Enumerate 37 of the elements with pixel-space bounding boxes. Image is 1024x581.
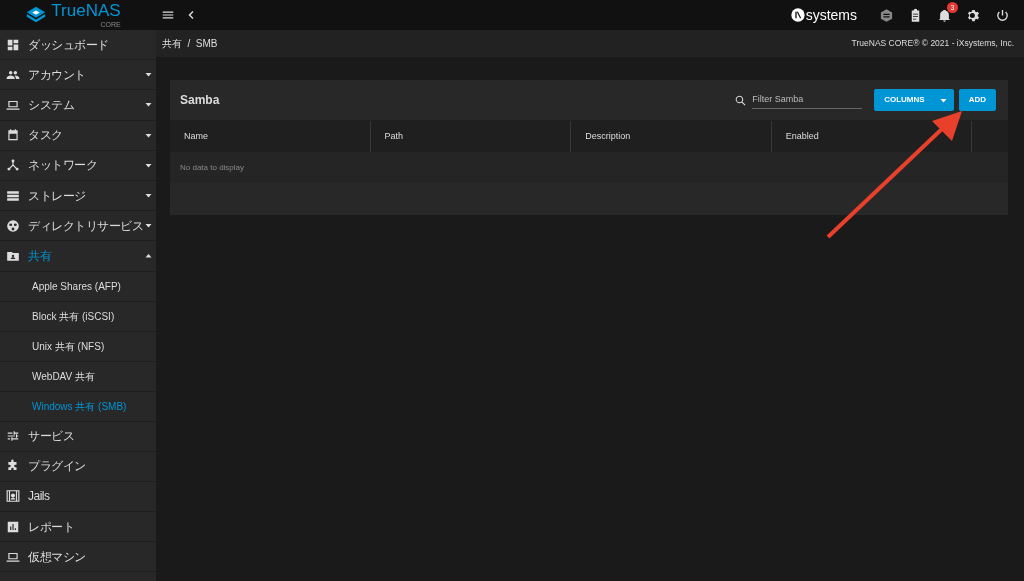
storage-icon [6,188,20,203]
sidebar-subitem[interactable]: Apple Shares (AFP) [0,271,156,302]
network-icon [6,158,20,173]
sidebar-item[interactable]: タスク [0,120,156,151]
sidebar-item[interactable]: ストレージ [0,180,156,212]
breadcrumb-separator: / [187,37,191,51]
sidebar-item[interactable]: システム [0,90,156,121]
sidebar-item[interactable]: プラグイン [0,451,156,482]
vendor-logo-text: systems [805,5,857,25]
circles-icon [6,218,20,233]
settings-icon[interactable] [966,7,981,23]
sidebar-subitem[interactable]: Block 共有 (iSCSI) [0,301,156,332]
sliders-icon [6,429,20,444]
sidebar-item[interactable]: Jails [0,481,156,513]
sidebar-subitem[interactable]: WebDAV 共有 [0,361,156,392]
sidebar-item[interactable]: アカウント [0,60,156,91]
breadcrumb-item: SMB [195,37,218,51]
sidebar-subitem[interactable]: Unix 共有 (NFS) [0,331,156,362]
sidebar-item[interactable]: 共有 [0,241,156,272]
sidebar-item[interactable]: 仮想マシン [0,542,156,573]
logo-text: TrueNAS [51,1,121,21]
power-icon[interactable] [995,7,1010,23]
search-icon [734,93,748,107]
sidebar-subitem[interactable]: Windows 共有 (SMB) [0,391,156,422]
sidebar-item[interactable]: レポート [0,512,156,543]
sidebar-item[interactable]: ネットワーク [0,150,156,181]
sidebar-item[interactable]: サービス [0,421,156,452]
filter-field[interactable]: Filter Samba [752,90,863,110]
sidebar-item[interactable]: ディレクトリサービス [0,211,156,242]
bell-icon[interactable] [937,7,952,23]
calendar-icon [6,128,20,143]
jail-icon [6,489,20,504]
copyright-text: TrueNAS CORE® © 2021 - iXsystems, Inc. [851,37,1014,50]
card-title: Samba [180,92,221,109]
chart-icon [6,519,20,534]
breadcrumb-item[interactable]: 共有 [162,36,182,51]
dashboard-icon [6,37,20,52]
